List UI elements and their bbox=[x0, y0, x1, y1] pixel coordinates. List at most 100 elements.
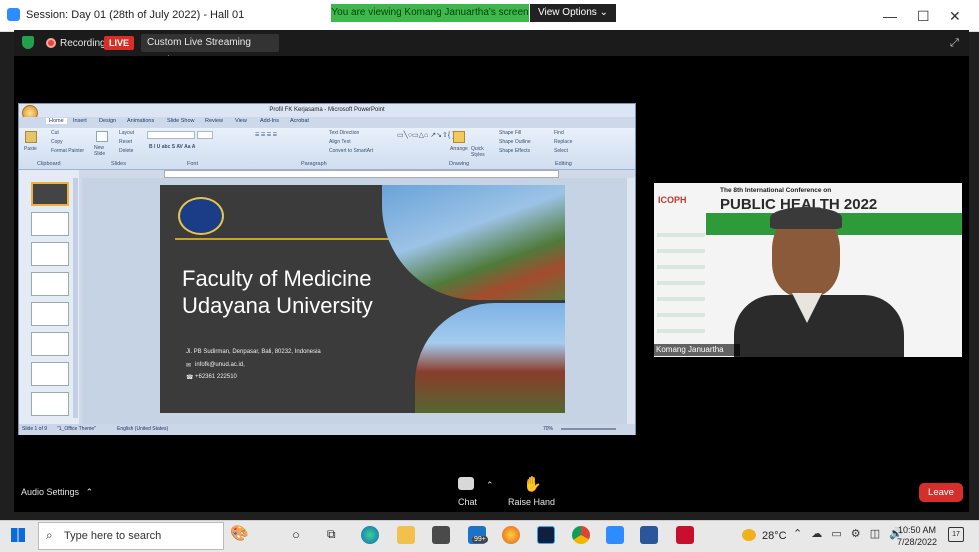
font-name-box[interactable] bbox=[147, 131, 195, 139]
quick-styles-button[interactable]: Quick Styles bbox=[471, 146, 489, 158]
current-slide: Faculty of Medicine Udayana University J… bbox=[160, 185, 565, 413]
zoom-app-icon bbox=[7, 8, 20, 21]
slide-thumbnail[interactable] bbox=[31, 242, 69, 266]
view-options-label: View Options bbox=[538, 7, 597, 18]
find-button[interactable]: Find bbox=[554, 130, 564, 136]
slide-thumbnails-pane[interactable] bbox=[19, 170, 79, 426]
shield-icon[interactable] bbox=[22, 36, 34, 49]
group-clipboard: Clipboard bbox=[37, 161, 61, 167]
thumbnails-scrollbar[interactable] bbox=[73, 178, 78, 418]
weather-temp[interactable]: 28°C bbox=[762, 530, 787, 542]
tab-add-ins[interactable]: Add-Ins bbox=[260, 118, 279, 124]
chevron-up-icon[interactable]: ⌃ bbox=[486, 480, 494, 491]
new-slide-icon[interactable] bbox=[96, 131, 108, 142]
university-logo bbox=[178, 197, 224, 235]
slide-thumbnail[interactable] bbox=[31, 182, 69, 206]
search-placeholder: Type here to search bbox=[64, 530, 162, 542]
zoom-slider[interactable] bbox=[561, 428, 616, 430]
reset-button[interactable]: Reset bbox=[119, 139, 132, 145]
slide-thumbnail[interactable] bbox=[31, 332, 69, 356]
ribbon-tabs: Home Insert Design Animations Slide Show… bbox=[19, 117, 635, 128]
shape-outline-button[interactable]: Shape Outline bbox=[499, 139, 531, 145]
hand-icon[interactable]: ✋ bbox=[523, 475, 542, 493]
tab-home[interactable]: Home bbox=[46, 118, 67, 124]
font-format-buttons[interactable]: B I U abc S AV Aa A bbox=[149, 144, 195, 150]
store-icon[interactable] bbox=[432, 526, 450, 544]
weather-icon bbox=[742, 529, 756, 541]
file-explorer-icon[interactable] bbox=[397, 526, 415, 544]
tab-design[interactable]: Design bbox=[99, 118, 116, 124]
tab-review[interactable]: Review bbox=[205, 118, 223, 124]
recording-label[interactable]: Recording bbox=[60, 38, 106, 49]
live-stream-menu[interactable]: Custom Live Streaming Service ▾ bbox=[141, 34, 279, 66]
font-size-box[interactable] bbox=[197, 131, 213, 139]
clock-time: 10:50 AM bbox=[898, 525, 937, 535]
window-title-bar: Session: Day 01 (28th of July 2022) - Ha… bbox=[0, 0, 979, 32]
vertical-scrollbar[interactable] bbox=[627, 178, 635, 424]
slide-thumbnail[interactable] bbox=[31, 302, 69, 326]
copy-button[interactable]: Copy bbox=[51, 139, 63, 145]
tab-acrobat[interactable]: Acrobat bbox=[290, 118, 309, 124]
tab-view[interactable]: View bbox=[235, 118, 247, 124]
cut-button[interactable]: Cut bbox=[51, 130, 59, 136]
delete-button[interactable]: Delete bbox=[119, 148, 133, 154]
theme-name: "1_Office Theme" bbox=[57, 426, 96, 432]
group-editing: Editing bbox=[555, 161, 572, 167]
paragraph-buttons[interactable]: ☰ ☰ ☰ ☰ bbox=[255, 132, 277, 138]
replace-button[interactable]: Replace bbox=[554, 139, 572, 145]
firefox-icon[interactable] bbox=[502, 526, 520, 544]
group-font: Font bbox=[187, 161, 199, 167]
tab-insert[interactable]: Insert bbox=[73, 118, 87, 124]
windows-start-icon[interactable] bbox=[11, 528, 25, 542]
chat-icon[interactable] bbox=[458, 477, 474, 490]
tab-slide-show[interactable]: Slide Show bbox=[167, 118, 195, 124]
speaker-shirt bbox=[734, 295, 904, 357]
slide-thumbnail[interactable] bbox=[31, 392, 69, 416]
maximize-button[interactable]: ☐ bbox=[917, 8, 930, 25]
arrange-button[interactable]: Arrange bbox=[450, 146, 468, 152]
slide-thumbnail[interactable] bbox=[31, 272, 69, 296]
paste-icon[interactable] bbox=[25, 131, 37, 143]
align-text-button[interactable]: Align Text bbox=[329, 139, 351, 145]
app-icon[interactable] bbox=[676, 526, 694, 544]
audio-settings-button[interactable]: Audio Settings ⌃ bbox=[21, 487, 93, 498]
expand-icon[interactable]: ⤢ bbox=[950, 37, 959, 50]
chat-button[interactable]: Chat bbox=[458, 497, 477, 507]
view-options-button[interactable]: View Options ⌄ bbox=[530, 4, 616, 22]
language-status[interactable]: English (United States) bbox=[117, 426, 168, 432]
zoom-icon[interactable] bbox=[606, 526, 624, 544]
minimize-button[interactable]: — bbox=[883, 8, 897, 24]
leave-button[interactable]: Leave bbox=[919, 483, 963, 502]
new-slide-button[interactable]: New Slide bbox=[94, 145, 114, 157]
close-button[interactable]: ✕ bbox=[949, 8, 961, 25]
slide-thumbnail[interactable] bbox=[31, 212, 69, 236]
arrange-icon[interactable] bbox=[453, 131, 465, 143]
task-view-icon[interactable]: ⧉ bbox=[327, 527, 336, 542]
format-painter-button[interactable]: Format Painter bbox=[51, 148, 84, 154]
clock-date: 7/28/2022 bbox=[897, 537, 938, 547]
notifications-icon[interactable]: 17 bbox=[948, 527, 964, 542]
convert-smartart-button[interactable]: Convert to SmartArt bbox=[329, 148, 373, 154]
cortana-icon[interactable]: ○ bbox=[292, 527, 300, 542]
shape-effects-button[interactable]: Shape Effects bbox=[499, 148, 530, 154]
taskbar-clock[interactable]: 10:50 AM 7/28/2022 bbox=[897, 524, 937, 548]
shape-fill-button[interactable]: Shape Fill bbox=[499, 130, 521, 136]
search-highlight-icon: 🎨 bbox=[230, 525, 249, 542]
raise-hand-button[interactable]: Raise Hand bbox=[508, 497, 555, 507]
tab-animations[interactable]: Animations bbox=[127, 118, 154, 124]
photoshop-icon[interactable] bbox=[537, 526, 555, 544]
slide-thumbnail[interactable] bbox=[31, 362, 69, 386]
paste-button[interactable]: Paste bbox=[24, 146, 37, 152]
zoom-level[interactable]: 70% bbox=[543, 426, 553, 432]
chrome-icon[interactable] bbox=[572, 526, 590, 544]
layout-button[interactable]: Layout bbox=[119, 130, 134, 136]
text-direction-button[interactable]: Text Direction bbox=[329, 130, 359, 136]
tray-icons[interactable]: ⌃ ☁ ▭ ⚙ ◫ 🔊 bbox=[793, 527, 906, 540]
shapes-gallery[interactable]: ▭╲○▭△⌂ ↗↘⇧{ }☆ bbox=[397, 131, 461, 139]
live-badge[interactable]: LIVE bbox=[104, 36, 134, 50]
select-button[interactable]: Select bbox=[554, 148, 568, 154]
word-icon[interactable] bbox=[640, 526, 658, 544]
edge-icon[interactable] bbox=[361, 526, 379, 544]
speaker-video[interactable]: ICOPH The 8th International Conference o… bbox=[654, 183, 962, 357]
slide-email: infofk@unud.ac.id, bbox=[195, 362, 245, 368]
